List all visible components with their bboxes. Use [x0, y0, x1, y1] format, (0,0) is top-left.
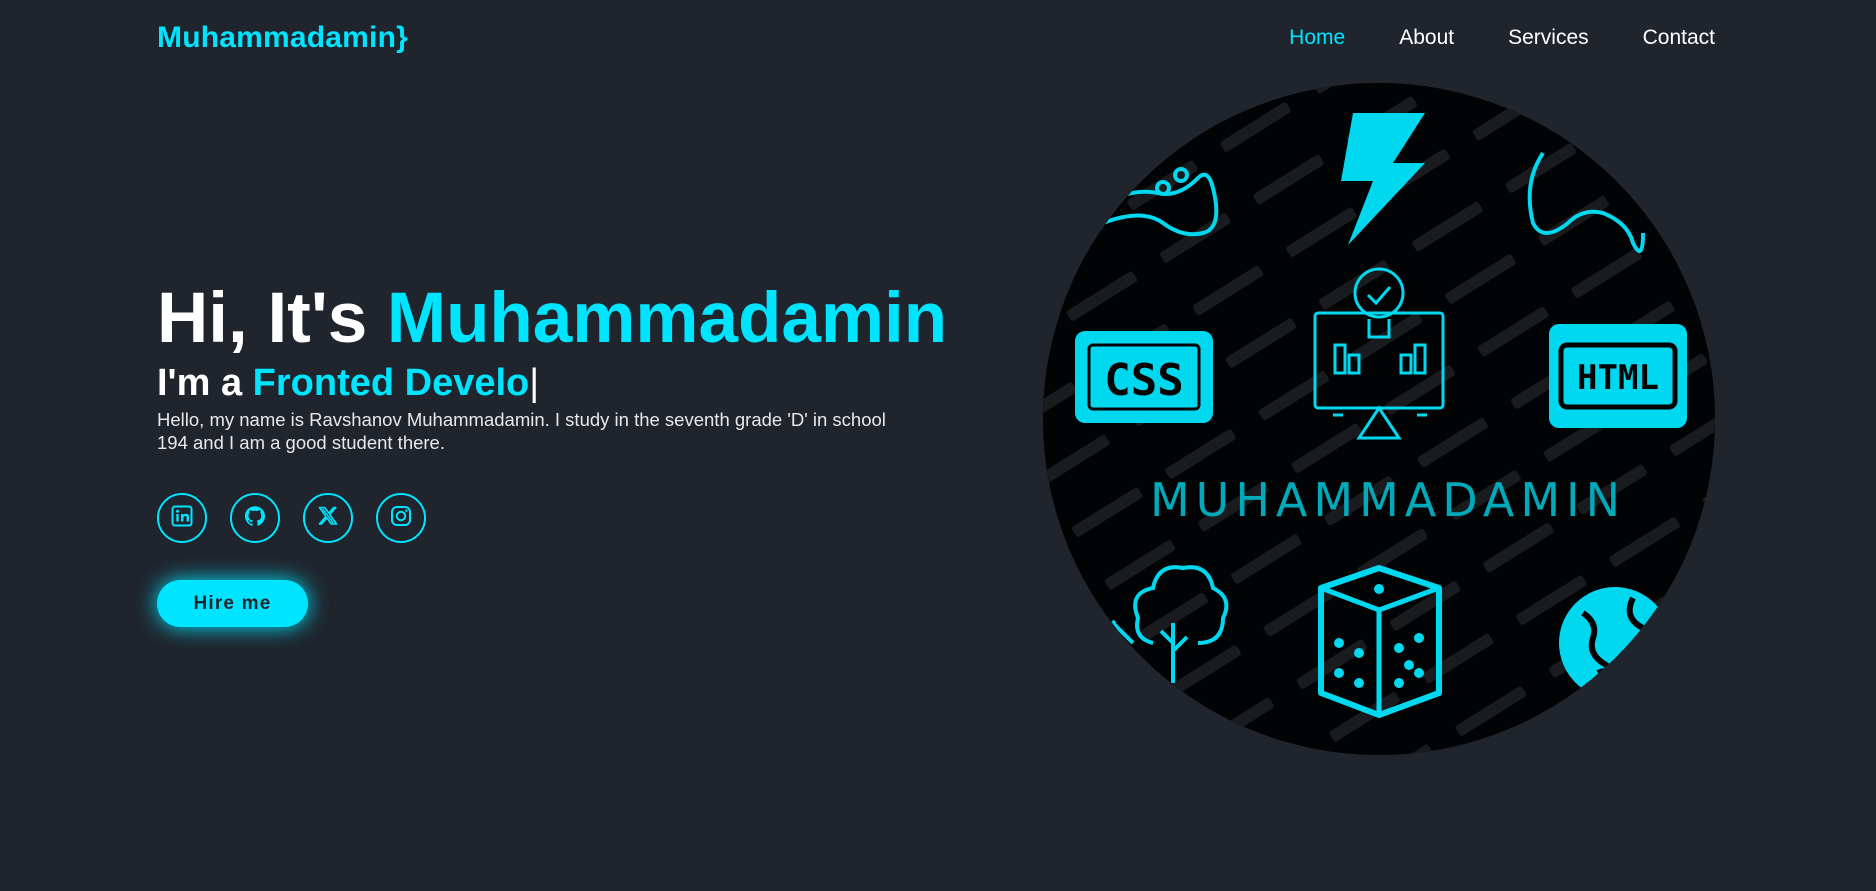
instagram-icon — [389, 504, 413, 533]
linkedin-icon — [170, 504, 194, 533]
hero-title-name: Muhammadamin — [386, 279, 948, 358]
nav-home[interactable]: Home — [1289, 26, 1345, 50]
css-badge-text: CSS — [1104, 355, 1183, 406]
hero-title: Hi, It's Muhammadamin — [157, 278, 957, 360]
github-link[interactable] — [230, 493, 280, 543]
typing-caret: | — [529, 362, 540, 404]
hero-section: Hi, It's Muhammadamin I'm a Fronted Deve… — [157, 278, 957, 454]
hero-description: Hello, my name is Ravshanov Muhammadamin… — [157, 409, 886, 453]
html-badge-icon: HTML — [1549, 324, 1687, 428]
linkedin-link[interactable] — [157, 493, 207, 543]
nav-about[interactable]: About — [1399, 26, 1454, 50]
html-badge-text: HTML — [1577, 358, 1659, 398]
globe-icon — [1559, 587, 1671, 699]
hero-subtitle: I'm a Fronted Develo| — [157, 360, 957, 406]
nav-contact[interactable]: Contact — [1643, 26, 1715, 50]
typed-role-text: Fronted Develo — [252, 362, 530, 404]
hire-me-button[interactable]: Hire me — [157, 580, 308, 627]
x-twitter-link[interactable] — [303, 493, 353, 543]
profile-image: CSS HTML MUHAMMADAMIN — [1043, 83, 1715, 755]
logo[interactable]: Muhammadamin} — [157, 21, 408, 55]
social-links — [157, 493, 426, 543]
site-header: Muhammadamin} Home About Services Contac… — [0, 0, 1876, 76]
portrait-name-text: MUHAMMADAMIN — [1150, 473, 1626, 527]
github-icon — [243, 504, 267, 533]
hero-subtitle-prefix: I'm a — [157, 362, 253, 404]
instagram-link[interactable] — [376, 493, 426, 543]
css-badge-icon: CSS — [1075, 331, 1213, 423]
main-nav: Home About Services Contact — [1289, 26, 1715, 50]
hero-title-prefix: Hi, It's — [157, 279, 387, 358]
nav-services[interactable]: Services — [1508, 26, 1589, 50]
x-icon — [316, 504, 340, 533]
